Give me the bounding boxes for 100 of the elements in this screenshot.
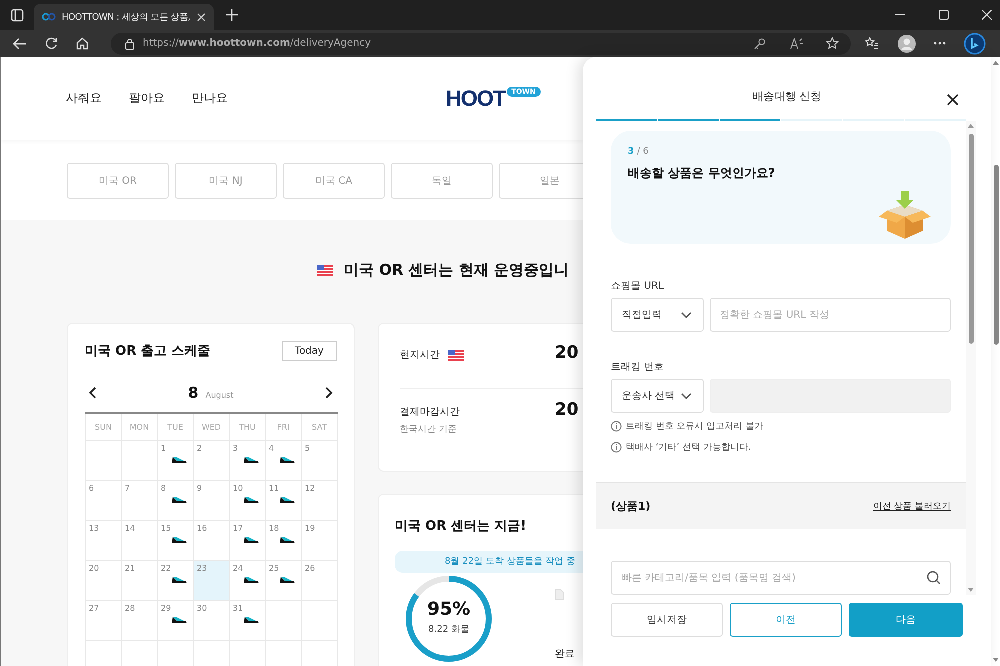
date-number: 20 <box>89 564 100 573</box>
info-icon <box>611 421 622 432</box>
question-text: 배송할 상품은 무엇인가요? <box>628 165 776 182</box>
time-value: 20 <box>555 343 579 363</box>
date-number: 3 <box>233 444 240 453</box>
date-number: 25 <box>269 564 280 573</box>
field-label: 쇼핑몰 URL <box>611 281 664 292</box>
more-icon[interactable] <box>934 42 946 45</box>
date-number: 21 <box>125 564 136 573</box>
date-number: 28 <box>125 604 136 613</box>
scrollbar-thumb[interactable] <box>968 134 974 344</box>
step-current: 3 <box>628 147 634 157</box>
date-number: 12 <box>305 484 316 493</box>
maximize-icon[interactable] <box>939 10 949 20</box>
lock-icon <box>125 38 135 50</box>
card-title: 미국 OR 센터는 지금! <box>395 519 527 534</box>
date-number: 6 <box>89 484 96 493</box>
date-number: 5 <box>305 444 312 453</box>
time-note: 한국시간 기준 <box>400 424 458 436</box>
load-previous-link[interactable]: 이전 상품 불러오기 <box>873 500 951 512</box>
weekday-label: SUN <box>86 413 122 440</box>
dropdown[interactable]: 직접입력 <box>611 298 704 332</box>
previous-icon[interactable] <box>89 387 97 399</box>
scrollbar-thumb[interactable] <box>994 165 998 345</box>
date-number: 17 <box>233 524 244 533</box>
card-title: 미국 OR 출고 스케줄 <box>85 343 211 360</box>
weekday-label: THU <box>230 413 266 440</box>
note-text: 택배사 ‘기타’ 선택 가능합니다. <box>626 442 752 454</box>
note-text: 트래킹 번호 오류시 입고처리 불가 <box>626 421 764 433</box>
info-icon <box>611 442 622 453</box>
nav-link[interactable]: 만나요 <box>192 90 228 107</box>
date-number: 30 <box>197 604 208 613</box>
time-value: 20 <box>555 400 579 420</box>
status-heading: 미국 OR 센터는 현재 운영중입니 <box>344 260 570 280</box>
scroll-up-icon[interactable] <box>993 61 999 65</box>
gauge-percent: 95% <box>427 599 471 620</box>
close-icon[interactable] <box>947 94 959 106</box>
date-number: 9 <box>197 484 204 493</box>
today-button[interactable]: Today <box>282 341 337 361</box>
footer-button[interactable]: 임시저장 <box>611 603 723 637</box>
date-number: 27 <box>89 604 100 613</box>
date-number: 16 <box>197 524 208 533</box>
date-number: 15 <box>161 524 172 533</box>
document-icon <box>555 589 565 601</box>
scroll-down-icon[interactable] <box>968 588 974 592</box>
input-field[interactable]: 정확한 쇼핑몰 URL 작성 <box>710 298 951 332</box>
star-icon[interactable] <box>826 37 839 50</box>
date-number: 13 <box>89 524 100 533</box>
date-number: 29 <box>161 604 172 613</box>
scroll-up-icon[interactable] <box>968 124 974 128</box>
weekday-label: MON <box>122 413 158 440</box>
weekday-label: SAT <box>302 413 338 440</box>
month-name: August <box>206 391 234 400</box>
copilot-icon[interactable] <box>964 32 986 54</box>
weekday-label: WED <box>194 413 230 440</box>
date-number: 8 <box>161 484 168 493</box>
month-number: 8 <box>188 384 199 402</box>
profile-avatar[interactable] <box>898 34 916 52</box>
new-tab-icon[interactable] <box>226 9 238 21</box>
address-bar[interactable]: https://www.hoottown.com/deliveryAgency <box>111 32 851 54</box>
date-number: 10 <box>233 484 244 493</box>
section-title: (상품1) <box>611 498 651 514</box>
date-number: 31 <box>233 604 244 613</box>
key-icon[interactable] <box>754 38 766 50</box>
tab-actions-icon[interactable] <box>11 8 24 22</box>
status-label: 완료 <box>555 648 575 661</box>
browser-tab[interactable]: HOOTTOWN : 세상의 모든 상품, <box>34 4 214 30</box>
weekday-label: FRI <box>266 413 302 440</box>
date-number: 19 <box>305 524 316 533</box>
date-number: 18 <box>269 524 280 533</box>
next-icon[interactable] <box>325 387 333 399</box>
date-number: 22 <box>161 564 172 573</box>
nav-link[interactable]: 사줘요 <box>66 90 102 107</box>
date-number: 23 <box>197 564 208 573</box>
date-number: 1 <box>161 444 168 453</box>
search-icon <box>927 571 941 585</box>
nav-link[interactable]: 팔아요 <box>129 90 165 107</box>
favicon-icon <box>42 13 56 21</box>
date-number: 24 <box>233 564 244 573</box>
scrollbar[interactable] <box>966 121 976 595</box>
favorites-icon[interactable] <box>865 37 879 50</box>
date-number: 4 <box>269 444 276 453</box>
date-number: 26 <box>305 564 316 573</box>
back-icon[interactable] <box>13 38 27 50</box>
gauge-caption: 8.22 화물 <box>428 624 470 636</box>
time-label: 현지시간 <box>400 349 440 362</box>
weekday-label: TUE <box>158 413 194 440</box>
search-field[interactable]: 빠른 카테고리/품목 입력 (품목명 검색) <box>611 561 951 595</box>
scroll-down-icon[interactable] <box>993 658 999 662</box>
notice-banner: 8월 22일 도착 상품들을 작업 중 <box>395 551 583 573</box>
flag-icon <box>317 264 333 276</box>
chevron-down-icon <box>681 312 692 318</box>
tab-title: HOOTTOWN : 세상의 모든 상품, <box>62 12 191 24</box>
home-icon[interactable] <box>76 37 89 50</box>
time-label: 결제마감시간 <box>400 406 460 419</box>
date-number: 2 <box>197 444 204 453</box>
read-aloud-icon[interactable] <box>790 38 804 50</box>
reload-icon[interactable] <box>45 37 58 50</box>
date-number: 14 <box>125 524 136 533</box>
field-label: 트래킹 번호 <box>611 362 664 373</box>
